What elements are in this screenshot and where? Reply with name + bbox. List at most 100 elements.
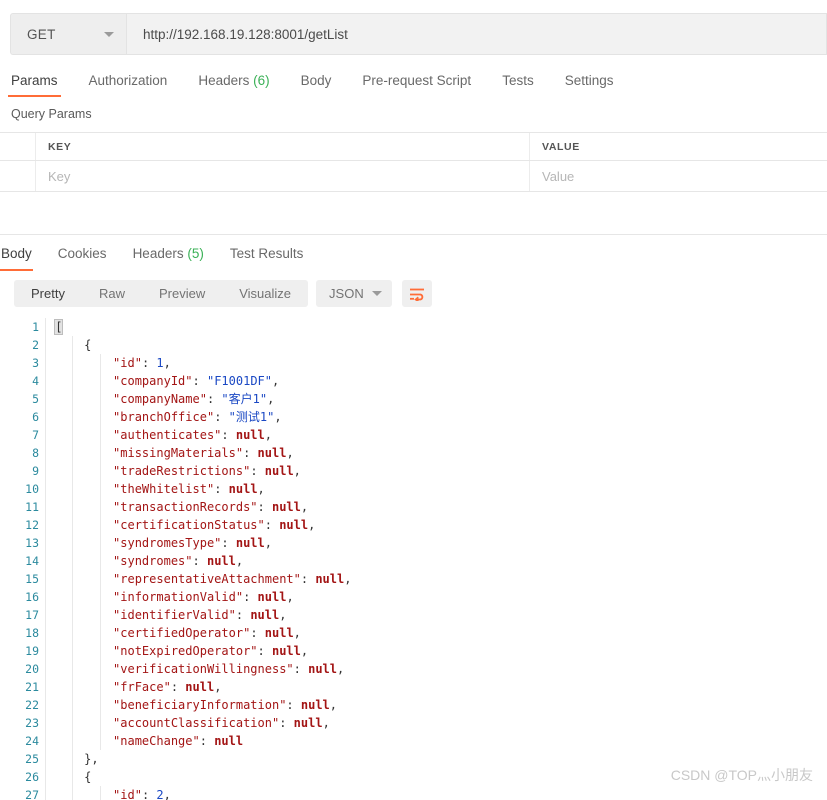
code-line-text: "syndromes": null, — [45, 552, 827, 570]
code-token: : — [171, 680, 185, 694]
query-params-table: KEY VALUE Key Value — [0, 132, 827, 192]
line-number: 13 — [0, 534, 45, 552]
code-token: , — [258, 482, 265, 496]
response-tab-headers[interactable]: Headers (5) — [133, 246, 204, 269]
code-token: 2 — [156, 788, 163, 800]
code-token: : — [207, 392, 221, 406]
code-line-text: "syndromesType": null, — [45, 534, 827, 552]
value-placeholder: Value — [542, 169, 574, 184]
code-token: , — [265, 428, 272, 442]
tab-label: Headers — [198, 73, 249, 88]
line-number: 23 — [0, 714, 45, 732]
request-tab-authorization[interactable]: Authorization — [89, 73, 168, 96]
code-line: 9 "tradeRestrictions": null, — [0, 462, 827, 480]
indent-guide — [72, 462, 73, 480]
indent-guide — [72, 408, 73, 426]
request-tab-settings[interactable]: Settings — [565, 73, 614, 96]
code-token: : — [200, 734, 214, 748]
code-token: "F1001DF" — [207, 374, 272, 388]
code-line: 13 "syndromesType": null, — [0, 534, 827, 552]
view-mode-raw[interactable]: Raw — [82, 280, 142, 307]
response-tab-test-results[interactable]: Test Results — [230, 246, 304, 269]
row-key-input[interactable]: Key — [36, 161, 530, 191]
request-tab-headers[interactable]: Headers (6) — [198, 73, 269, 96]
line-number: 19 — [0, 642, 45, 660]
response-body-code[interactable]: 1 [2 {3 "id": 1,4 "companyId": "F1001DF"… — [0, 318, 827, 800]
code-line-text: "frFace": null, — [45, 678, 827, 696]
response-tab-cookies[interactable]: Cookies — [58, 246, 107, 269]
code-token: 1 — [156, 356, 163, 370]
line-number: 11 — [0, 498, 45, 516]
code-line: 24 "nameChange": null — [0, 732, 827, 750]
tab-label: Settings — [565, 73, 614, 88]
response-tab-body[interactable]: Body — [1, 246, 32, 269]
pane-divider — [0, 234, 827, 235]
line-number: 20 — [0, 660, 45, 678]
view-mode-pretty[interactable]: Pretty — [14, 280, 82, 307]
code-token: : — [214, 410, 228, 424]
url-input[interactable]: http://192.168.19.128:8001/getList — [127, 13, 827, 55]
code-token: null — [185, 680, 214, 694]
wrap-lines-button[interactable] — [402, 280, 432, 307]
line-number: 8 — [0, 444, 45, 462]
code-token: "verificationWillingness" — [113, 662, 294, 676]
code-token: "authenticates" — [113, 428, 221, 442]
code-token: "id" — [113, 788, 142, 800]
line-number: 9 — [0, 462, 45, 480]
tab-label: Authorization — [89, 73, 168, 88]
code-token: null — [207, 554, 236, 568]
line-number: 26 — [0, 768, 45, 786]
code-token: , — [337, 662, 344, 676]
code-line-text: "companyName": "客户1", — [45, 390, 827, 408]
view-mode-preview[interactable]: Preview — [142, 280, 222, 307]
tab-label: Params — [11, 73, 58, 88]
request-tab-tests[interactable]: Tests — [502, 73, 534, 96]
indent-guide — [72, 750, 73, 768]
code-token: null — [258, 590, 287, 604]
code-token: "客户1" — [221, 392, 267, 406]
table-row[interactable]: Key Value — [0, 161, 827, 192]
row-value-input[interactable]: Value — [530, 161, 827, 191]
indent-guide — [72, 660, 73, 678]
request-tab-pre-request-script[interactable]: Pre-request Script — [362, 73, 471, 96]
code-token: , — [267, 392, 274, 406]
indent-guide — [100, 498, 101, 516]
code-token: "certificationStatus" — [113, 518, 265, 532]
line-number: 1 — [0, 318, 45, 336]
code-token: , — [164, 788, 171, 800]
code-token: null — [272, 500, 301, 514]
indent-guide — [72, 786, 73, 800]
code-token: , — [294, 464, 301, 478]
code-token: "syndromesType" — [113, 536, 221, 550]
http-method-select[interactable]: GET — [10, 13, 127, 55]
indent-guide — [72, 498, 73, 516]
code-token: "beneficiaryInformation" — [113, 698, 286, 712]
code-token: "certifiedOperator" — [113, 626, 250, 640]
code-token: : — [258, 644, 272, 658]
code-token: , — [344, 572, 351, 586]
request-tab-params[interactable]: Params — [11, 73, 58, 96]
view-mode-visualize[interactable]: Visualize — [222, 280, 308, 307]
code-line-text: "tradeRestrictions": null, — [45, 462, 827, 480]
header-key-cell: KEY — [36, 133, 530, 160]
row-checkbox-cell[interactable] — [0, 161, 36, 191]
code-token: "informationValid" — [113, 590, 243, 604]
code-token: , — [330, 698, 337, 712]
code-token: "identifierValid" — [113, 608, 236, 622]
indent-guide — [72, 534, 73, 552]
code-line: 7 "authenticates": null, — [0, 426, 827, 444]
code-token: : — [214, 482, 228, 496]
chevron-down-icon — [372, 291, 382, 296]
indent-guide — [100, 732, 101, 750]
code-token: "nameChange" — [113, 734, 200, 748]
code-token: "transactionRecords" — [113, 500, 258, 514]
indent-guide — [72, 588, 73, 606]
code-token: "accountClassification" — [113, 716, 279, 730]
indent-guide — [72, 696, 73, 714]
code-token: : — [250, 626, 264, 640]
request-tab-body[interactable]: Body — [301, 73, 332, 96]
code-token: "notExpiredOperator" — [113, 644, 258, 658]
response-format-select[interactable]: JSON — [316, 280, 392, 307]
code-token: "companyId" — [113, 374, 192, 388]
code-token: null — [236, 428, 265, 442]
